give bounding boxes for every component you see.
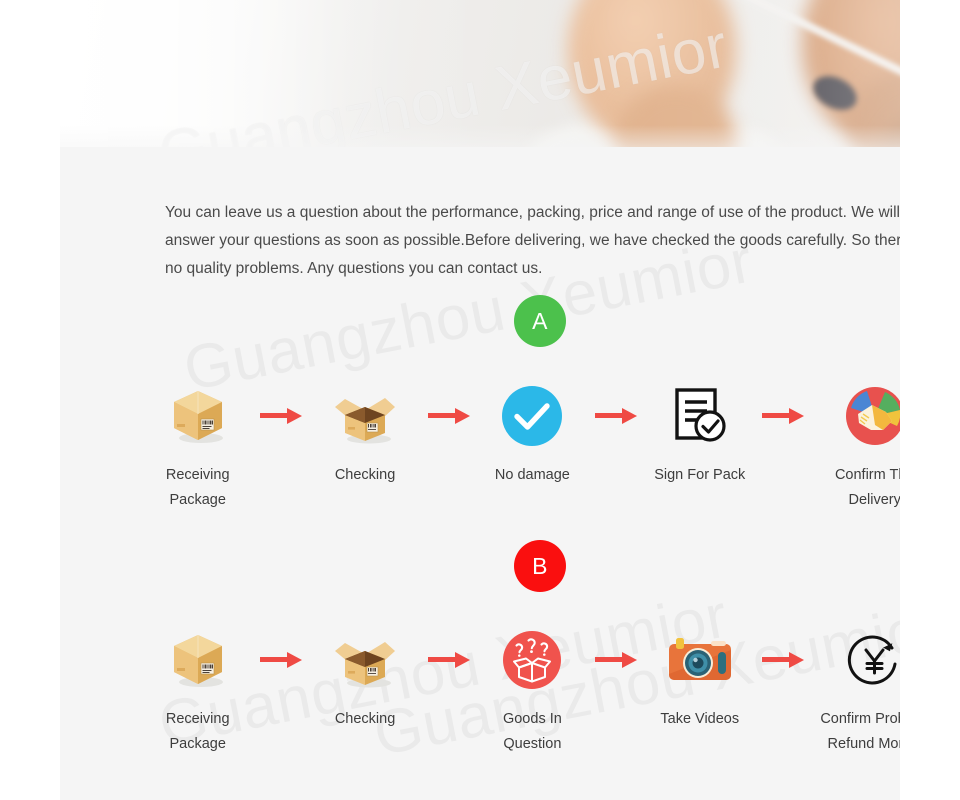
step-label: Confirm The Delivery <box>834 467 900 508</box>
signed-document-icon <box>670 383 730 449</box>
yen-refund-icon <box>845 627 900 693</box>
step-checking-b: Checking <box>309 627 420 732</box>
step-receiving-package-b: Receiving Package <box>142 627 253 757</box>
flow-arrow-4a <box>755 383 811 449</box>
closed-box-icon <box>167 383 229 449</box>
closed-box-icon <box>167 627 229 693</box>
step-label: Take Videos <box>660 711 740 727</box>
section-badge-b: B <box>514 540 566 592</box>
question-box-circle-icon <box>502 627 562 693</box>
step-sign-for-pack-a: Sign For Pack <box>644 383 755 488</box>
product-info-page: Guangzhou Xeumior Guangzhou Xeumior Guan… <box>0 0 960 800</box>
flow-row-a: Receiving Package Checking No damage Sig… <box>120 383 900 513</box>
flow-arrow-2b <box>421 627 477 693</box>
flow-arrow-1b <box>253 627 309 693</box>
step-label: Goods In Question <box>502 711 562 752</box>
step-label: No damage <box>494 467 570 483</box>
flow-arrow-3a <box>588 383 644 449</box>
content-column: Guangzhou Xeumior Guangzhou Xeumior Guan… <box>60 0 900 800</box>
step-no-damage-a: No damage <box>477 383 588 488</box>
hero-banner: Guangzhou Xeumior <box>60 0 900 147</box>
flow-arrow-4b <box>755 627 811 693</box>
step-confirm-refund-b: Confirm Problem Refund Money <box>811 627 900 757</box>
flow-arrow-2a <box>421 383 477 449</box>
step-label: Sign For Pack <box>654 467 746 483</box>
step-goods-in-question-b: Goods In Question <box>477 627 588 757</box>
step-label: Receiving Package <box>165 467 230 508</box>
step-receiving-package-a: Receiving Package <box>142 383 253 513</box>
step-label: Confirm Problem Refund Money <box>820 711 900 752</box>
flow-row-b: Receiving Package Checking Goods In Ques… <box>120 627 900 757</box>
blue-check-circle-icon <box>501 383 563 449</box>
flow-arrow-3b <box>588 627 644 693</box>
camera-icon <box>665 627 735 693</box>
section-badge-a: A <box>514 295 566 347</box>
step-label: Receiving Package <box>165 711 230 752</box>
step-label: Checking <box>334 711 396 727</box>
step-confirm-delivery-a: Confirm The Delivery <box>811 383 900 513</box>
open-box-icon <box>333 383 397 449</box>
step-checking-a: Checking <box>309 383 420 488</box>
step-label: Checking <box>334 467 396 483</box>
step-take-videos-b: Take Videos <box>644 627 755 732</box>
handshake-circle-icon <box>845 383 900 449</box>
open-box-icon <box>333 627 397 693</box>
intro-paragraph: You can leave us a question about the pe… <box>165 203 900 277</box>
flow-arrow-1a <box>253 383 309 449</box>
